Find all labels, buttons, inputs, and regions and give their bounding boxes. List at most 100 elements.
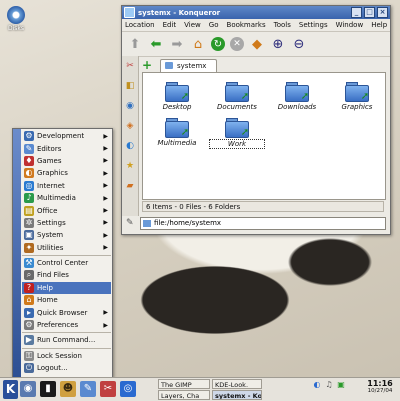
- folder-item-desktop[interactable]: ➚ Desktop: [149, 81, 205, 111]
- submenu-arrow-icon: ▶: [103, 132, 108, 140]
- location-toolbar: ✎: [126, 216, 386, 230]
- menu-settings[interactable]: Settings: [299, 21, 328, 29]
- task-systemx-konqueror[interactable]: systemx - Ko: [212, 390, 262, 400]
- menu-item-development[interactable]: ⚙ Development ▶: [22, 130, 111, 142]
- menu-separator: [22, 347, 111, 349]
- office-icon: ▤: [24, 205, 34, 216]
- menu-item-help[interactable]: ? Help: [22, 281, 111, 295]
- network-tray-icon[interactable]: ◐: [312, 380, 322, 390]
- menu-item-quick-browser[interactable]: ▸ Quick Browser ▶: [22, 306, 111, 318]
- editor-icon[interactable]: ✎: [80, 381, 96, 397]
- menu-item-graphics[interactable]: ◐ Graphics ▶: [22, 167, 111, 179]
- tools-icon[interactable]: ✂: [100, 381, 116, 397]
- back-arrow-icon[interactable]: ⬅: [148, 36, 164, 52]
- menu-item-utilities[interactable]: ✦ Utilities ▶: [22, 242, 111, 254]
- settings-icon: ✲: [24, 217, 34, 228]
- menu-item-settings[interactable]: ✲ Settings ▶: [22, 217, 111, 229]
- menu-item-multimedia[interactable]: ♪ Multimedia ▶: [22, 192, 111, 204]
- menu-item-label: Office: [37, 206, 58, 215]
- menu-help[interactable]: Help: [371, 21, 387, 29]
- tab-systemx[interactable]: systemx: [160, 58, 218, 72]
- clock[interactable]: 11:16 10/27/04: [364, 379, 396, 394]
- menu-location[interactable]: Location: [125, 21, 155, 29]
- menu-item-system[interactable]: ▣ System ▶: [22, 229, 111, 241]
- menu-window[interactable]: Window: [336, 21, 364, 29]
- menu-tools[interactable]: Tools: [274, 21, 291, 29]
- folder-item-documents[interactable]: ➚ Documents: [209, 81, 265, 111]
- services-icon[interactable]: ★: [124, 160, 136, 172]
- desktop-icon-label: Disks: [7, 25, 24, 32]
- new-tab-icon[interactable]: +: [142, 59, 154, 71]
- devices-icon[interactable]: ◉: [124, 100, 136, 112]
- menu-item-preferences[interactable]: ⚙ Preferences ▶: [22, 319, 111, 331]
- menu-item-games[interactable]: ♦ Games ▶: [22, 155, 111, 167]
- volume-tray-icon[interactable]: ♫: [324, 380, 334, 390]
- file-view: ➚ Desktop ➚ Documents ➚ Downloads ➚ Grap…: [142, 72, 386, 200]
- task-layers[interactable]: Layers, Cha: [158, 390, 210, 400]
- menu-separator: [22, 254, 111, 256]
- reload-icon[interactable]: ↻: [211, 37, 225, 51]
- up-arrow-icon[interactable]: ⬆: [127, 36, 143, 52]
- maximize-icon[interactable]: □: [364, 7, 375, 18]
- editors-icon: ✎: [24, 143, 34, 154]
- submenu-arrow-icon: ▶: [103, 207, 108, 215]
- tools-icon[interactable]: ✂: [124, 60, 136, 72]
- menu-item-internet[interactable]: ◎ Internet ▶: [22, 180, 111, 192]
- menu-item-control-center[interactable]: ⚒ Control Center: [22, 257, 111, 269]
- folder-label: Graphics: [341, 103, 373, 111]
- utilities-icon: ✦: [24, 242, 34, 253]
- bookmarks-icon[interactable]: ◧: [124, 80, 136, 92]
- menu-item-run-command[interactable]: ▶ Run Command...: [22, 334, 111, 346]
- folder-icon: ➚: [345, 81, 369, 102]
- clear-location-icon[interactable]: ✎: [126, 218, 136, 228]
- browser-icon[interactable]: ◎: [120, 381, 136, 397]
- terminal-icon[interactable]: ▮: [40, 381, 56, 397]
- menu-item-label: Preferences: [37, 321, 79, 330]
- view-mode-icon[interactable]: ◆: [249, 36, 265, 52]
- menu-item-logout[interactable]: ⏻ Logout...: [22, 362, 111, 374]
- menu-item-label: System: [37, 231, 64, 240]
- home-icon[interactable]: ⌂: [190, 36, 206, 52]
- location-field[interactable]: [140, 216, 386, 230]
- folder-item-downloads[interactable]: ➚ Downloads: [269, 81, 325, 111]
- menu-item-label: Games: [37, 156, 62, 165]
- tab-bar: + systemx: [142, 58, 386, 72]
- forward-arrow-icon[interactable]: ➡: [169, 36, 185, 52]
- menu-edit[interactable]: Edit: [163, 21, 177, 29]
- minimize-icon[interactable]: _: [351, 7, 362, 18]
- folder-item-work[interactable]: ➚ Work: [209, 117, 265, 149]
- menu-view[interactable]: View: [184, 21, 201, 29]
- history-icon[interactable]: ◈: [124, 120, 136, 132]
- menu-item-find-files[interactable]: ⌕ Find Files: [22, 269, 111, 281]
- close-icon[interactable]: ×: [377, 7, 388, 18]
- folder-item-graphics[interactable]: ➚ Graphics: [329, 81, 385, 111]
- folder-icon: [165, 62, 173, 69]
- menu-item-office[interactable]: ▤ Office ▶: [22, 204, 111, 216]
- stop-icon[interactable]: ✕: [230, 37, 244, 51]
- folder-label: Documents: [217, 103, 257, 111]
- menu-bookmarks[interactable]: Bookmarks: [227, 21, 266, 29]
- menu-item-lock-session[interactable]: ⚿ Lock Session: [22, 350, 111, 362]
- konqueror-icon[interactable]: ◉: [20, 381, 36, 397]
- window-title: systemx - Konqueror: [138, 8, 221, 17]
- network-icon[interactable]: ◐: [124, 140, 136, 152]
- folder-item-multimedia[interactable]: ➚ Multimedia: [149, 117, 205, 147]
- task-kde-look[interactable]: KDE-Look.: [212, 379, 262, 389]
- tab-label: systemx: [177, 61, 207, 70]
- menu-item-label: Run Command...: [37, 336, 96, 345]
- monitor-tray-icon[interactable]: ▣: [336, 380, 346, 390]
- desktop-icon-disks[interactable]: Disks: [2, 6, 30, 32]
- task-the-gimp[interactable]: The GIMP: [158, 379, 210, 389]
- location-input[interactable]: [154, 219, 354, 227]
- window-app-icon[interactable]: [124, 7, 135, 18]
- k-menu-button[interactable]: K: [3, 380, 18, 399]
- development-icon: ⚙: [24, 131, 34, 142]
- zoom-in-icon[interactable]: ⊕: [270, 36, 286, 52]
- gimp-icon[interactable]: ☻: [60, 381, 76, 397]
- window-titlebar[interactable]: systemx - Konqueror _ □ ×: [122, 6, 390, 19]
- menu-item-home[interactable]: ⌂ Home: [22, 294, 111, 306]
- zoom-out-icon[interactable]: ⊖: [291, 36, 307, 52]
- menu-go[interactable]: Go: [209, 21, 219, 29]
- root-folder-icon[interactable]: ▰: [124, 180, 136, 192]
- menu-item-editors[interactable]: ✎ Editors ▶: [22, 142, 111, 154]
